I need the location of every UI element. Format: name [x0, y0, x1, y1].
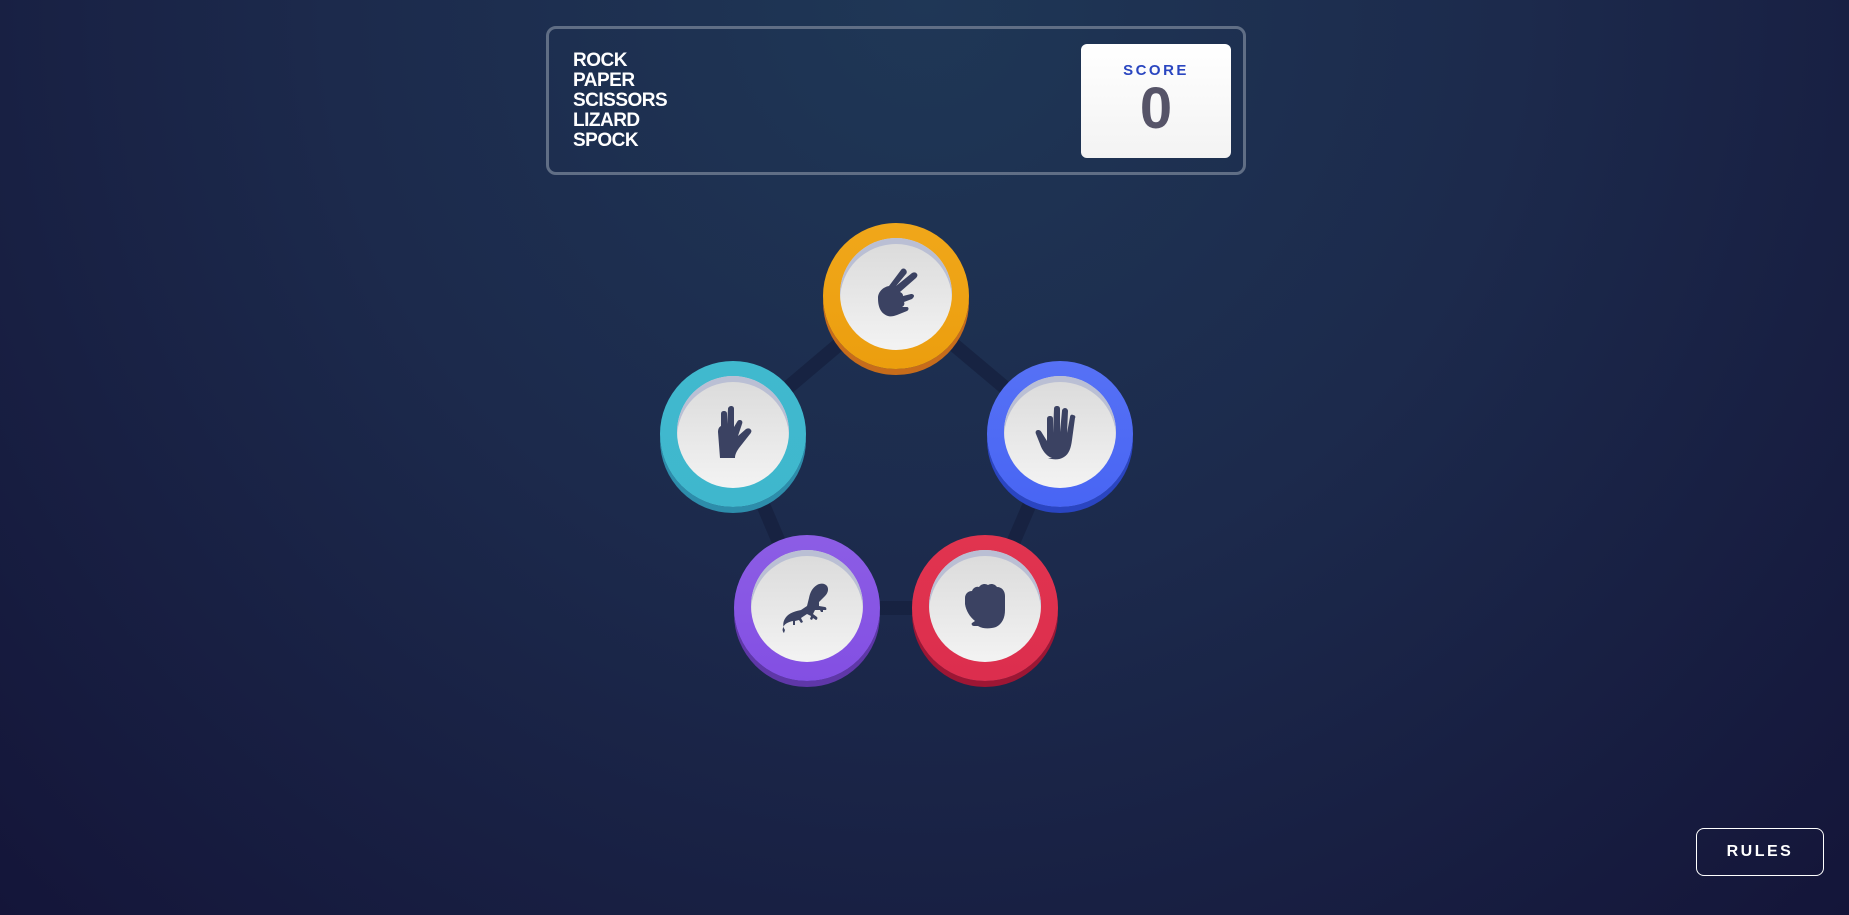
scissors-button[interactable] — [823, 223, 969, 369]
lizard-face — [751, 550, 863, 662]
game-board — [0, 0, 1849, 915]
rock-fist-icon — [965, 583, 1005, 629]
spock-hand-icon — [718, 406, 752, 458]
rules-button[interactable]: RULES — [1696, 828, 1824, 876]
paper-face — [1004, 376, 1116, 488]
pentagon-background — [726, 289, 1067, 615]
spock-face — [677, 376, 789, 488]
lizard-icon — [782, 583, 829, 633]
scissors-hand-icon — [878, 268, 918, 317]
rock-face — [929, 550, 1041, 662]
scissors-face — [840, 238, 952, 350]
spock-button[interactable] — [660, 361, 806, 507]
lizard-button[interactable] — [734, 535, 880, 681]
rock-button[interactable] — [912, 535, 1058, 681]
paper-hand-icon — [1035, 406, 1076, 460]
paper-button[interactable] — [987, 361, 1133, 507]
